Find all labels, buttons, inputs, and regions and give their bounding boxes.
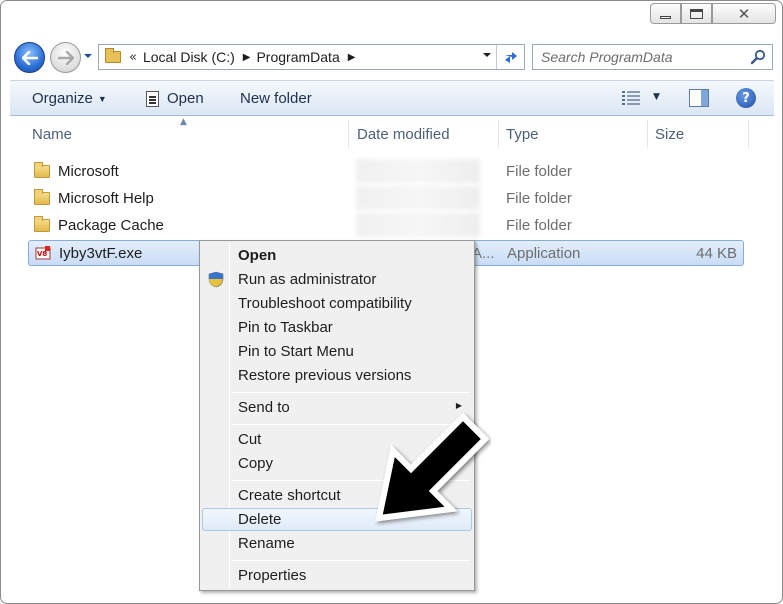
file-name: Iyby3vtF.exe	[59, 245, 143, 262]
uac-shield-icon	[208, 271, 224, 288]
column-divider[interactable]	[498, 120, 499, 148]
breadcrumb-arrow-icon[interactable]: ▶	[243, 52, 251, 63]
column-divider[interactable]	[647, 120, 648, 148]
menu-item-label: Copy	[238, 455, 274, 472]
address-bar[interactable]: « Local Disk (C:) ▶ ProgramData ▶	[98, 44, 525, 70]
back-button[interactable]	[14, 42, 45, 73]
file-name: Microsoft Help	[58, 190, 154, 207]
chevron-down-icon: ▼	[97, 93, 107, 104]
menu-item-label: Restore previous versions	[238, 367, 412, 384]
menu-item-properties[interactable]: Properties	[202, 564, 472, 587]
maximize-button[interactable]	[681, 3, 712, 24]
menu-item-label: Pin to Taskbar	[238, 319, 333, 336]
date-modified-blurred	[356, 159, 480, 183]
column-header-size[interactable]: Size	[655, 126, 684, 143]
date-modified-blurred	[356, 213, 480, 237]
folder-icon	[105, 48, 121, 63]
date-modified-truncated: A...	[472, 245, 495, 262]
change-view-icon[interactable]	[622, 91, 640, 105]
menu-separator	[232, 392, 470, 393]
chevron-down-icon	[483, 53, 491, 57]
organize-button[interactable]: Organize ▼	[32, 90, 107, 107]
help-icon[interactable]: ?	[736, 88, 756, 108]
minimize-icon	[660, 16, 671, 19]
file-type: File folder	[506, 190, 572, 207]
preview-pane-icon[interactable]	[689, 89, 709, 107]
column-headers: ▲ Name Date modified Type Size	[10, 117, 774, 149]
breadcrumb-local-disk[interactable]: Local Disk (C:)	[143, 49, 235, 65]
list-item[interactable]: Microsoft File folder	[28, 159, 744, 185]
menu-item-pin-to-taskbar[interactable]: Pin to Taskbar	[202, 316, 472, 339]
refresh-button[interactable]	[496, 45, 524, 69]
title-frame: ✕ « Local Disk (C:) ▶ ProgramData ▶ Sear…	[1, 1, 782, 79]
search-input[interactable]: Search ProgramData	[541, 49, 673, 65]
address-history-dropdown[interactable]	[482, 51, 492, 62]
organize-label: Organize	[32, 90, 93, 107]
breadcrumb-arrow-icon[interactable]: ▶	[348, 52, 356, 63]
menu-item-run-as-administrator[interactable]: Run as administrator	[202, 268, 472, 291]
forward-button[interactable]	[50, 42, 81, 73]
maximize-icon	[690, 8, 703, 19]
submenu-arrow-icon: ▶	[455, 401, 462, 410]
open-file-icon	[146, 90, 159, 107]
menu-item-troubleshoot-compatibility[interactable]: Troubleshoot compatibility	[202, 292, 472, 315]
application-icon: V8	[35, 246, 51, 260]
folder-icon	[34, 162, 50, 178]
chevron-down-icon	[84, 54, 92, 58]
list-item[interactable]: Microsoft Help File folder	[28, 186, 744, 212]
command-bar: Organize ▼ Open New folder ▼ ?	[10, 80, 774, 116]
menu-item-label: Rename	[238, 535, 295, 552]
open-button[interactable]: Open	[146, 90, 204, 107]
file-type: File folder	[506, 217, 572, 234]
folder-icon	[34, 189, 50, 205]
file-type: Application	[507, 245, 581, 262]
new-folder-button[interactable]: New folder	[240, 90, 312, 107]
pointer-arrow-icon	[375, 412, 490, 522]
minimize-button[interactable]	[650, 3, 681, 24]
svg-text:V8: V8	[37, 250, 47, 258]
explorer-window: ✕ « Local Disk (C:) ▶ ProgramData ▶ Sear…	[0, 0, 783, 604]
sort-ascending-icon: ▲	[180, 117, 187, 127]
menu-item-label: Run as administrator	[238, 271, 377, 288]
breadcrumb-overflow[interactable]: «	[129, 50, 137, 65]
folder-icon	[34, 216, 50, 232]
menu-item-label: Cut	[238, 431, 262, 448]
list-item[interactable]: Package Cache File folder	[28, 213, 744, 239]
column-divider[interactable]	[748, 120, 749, 148]
menu-item-label: Troubleshoot compatibility	[238, 295, 412, 312]
close-button[interactable]: ✕	[712, 3, 776, 24]
recent-pages-dropdown[interactable]	[83, 52, 95, 64]
column-divider[interactable]	[348, 120, 349, 148]
breadcrumb-programdata[interactable]: ProgramData	[256, 49, 339, 65]
menu-separator	[232, 560, 470, 561]
file-name: Package Cache	[58, 217, 164, 234]
menu-item-restore-previous-versions[interactable]: Restore previous versions	[202, 364, 472, 387]
column-header-date-modified[interactable]: Date modified	[357, 126, 450, 143]
menu-item-label: Properties	[238, 567, 307, 584]
refresh-icon	[504, 52, 517, 63]
close-icon: ✕	[737, 4, 751, 23]
back-arrow-icon	[21, 50, 38, 65]
file-name: Microsoft	[58, 163, 119, 180]
menu-item-label: Create shortcut	[238, 487, 341, 504]
menu-item-open[interactable]: Open	[202, 244, 472, 267]
column-header-type[interactable]: Type	[506, 126, 539, 143]
menu-item-label: Open	[238, 247, 277, 264]
menu-item-rename[interactable]: Rename	[202, 532, 472, 555]
file-type: File folder	[506, 163, 572, 180]
view-options-dropdown[interactable]: ▼	[653, 92, 660, 102]
column-header-name[interactable]: Name	[32, 126, 72, 143]
date-modified-blurred	[356, 186, 480, 210]
file-size: 44 KB	[696, 245, 737, 262]
menu-item-label: Delete	[238, 511, 282, 528]
open-label: Open	[167, 90, 204, 107]
new-folder-label: New folder	[240, 90, 312, 107]
forward-arrow-icon	[57, 50, 74, 65]
menu-item-label: Send to	[238, 399, 290, 416]
search-icon[interactable]	[750, 49, 766, 65]
search-box[interactable]: Search ProgramData	[532, 44, 773, 70]
menu-item-pin-to-start-menu[interactable]: Pin to Start Menu	[202, 340, 472, 363]
menu-item-label: Pin to Start Menu	[238, 343, 354, 360]
